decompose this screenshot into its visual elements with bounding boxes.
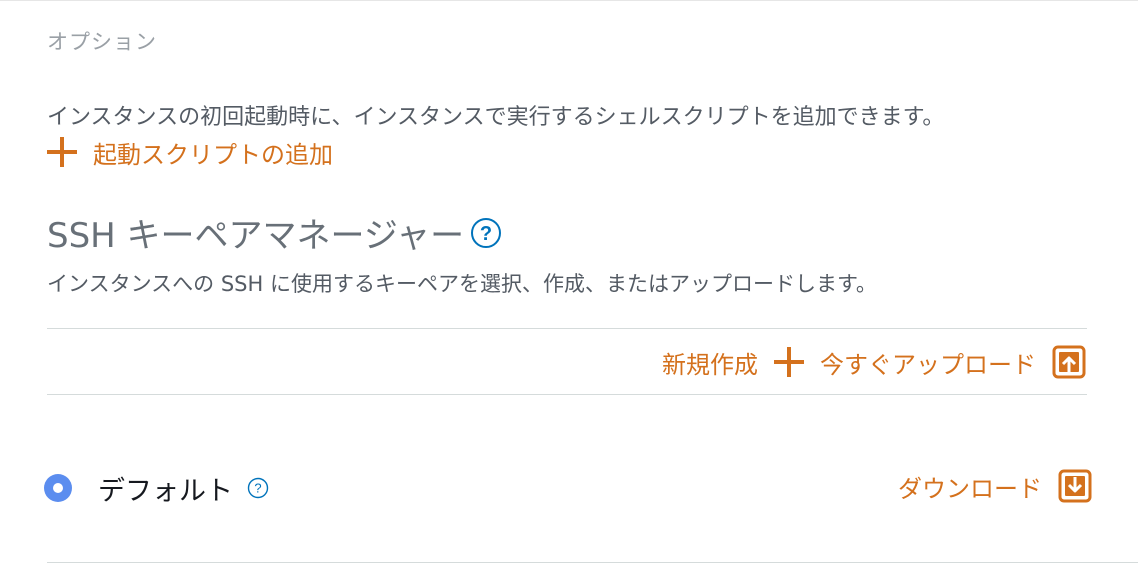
radio-selected-dot: [53, 483, 63, 493]
ssh-section-header: SSH キーペアマネージャー ?: [47, 208, 502, 257]
upload-icon: [1052, 345, 1086, 379]
key-option-default[interactable]: デフォルト ?: [44, 466, 269, 510]
divider: [47, 394, 1087, 395]
top-divider: [0, 0, 1138, 1]
divider: [47, 562, 1138, 563]
download-label: ダウンロード: [898, 474, 1042, 503]
upload-now-button[interactable]: 今すぐアップロード: [820, 345, 1086, 380]
plus-icon: [47, 137, 77, 167]
download-icon: [1058, 469, 1092, 503]
ssh-key-description: インスタンスへの SSH に使用するキーペアを選択、作成、またはアップロードしま…: [47, 272, 877, 296]
options-section-label: オプション: [47, 30, 157, 54]
key-actions-bar: 新規作成 今すぐアップロード: [662, 340, 1086, 384]
startup-script-description: インスタンスの初回起動時に、インスタンスで実行するシェルスクリプトを追加できます…: [47, 105, 945, 130]
add-startup-script-link[interactable]: 起動スクリプトの追加: [45, 134, 333, 170]
create-new-key-button[interactable]: 新規作成: [662, 345, 820, 380]
svg-text:?: ?: [254, 481, 261, 496]
add-startup-script-label: 起動スクリプトの追加: [93, 140, 333, 169]
divider: [47, 328, 1087, 329]
upload-now-label: 今すぐアップロード: [820, 350, 1036, 379]
key-name-label: デフォルト: [98, 475, 233, 507]
key-radio-button[interactable]: [44, 474, 72, 502]
help-icon[interactable]: ?: [470, 217, 502, 249]
create-new-key-label: 新規作成: [662, 350, 758, 379]
ssh-key-manager-title: SSH キーペアマネージャー: [47, 216, 465, 256]
plus-icon: [774, 347, 804, 377]
help-icon[interactable]: ?: [247, 477, 269, 499]
download-key-button[interactable]: ダウンロード: [898, 464, 1092, 508]
svg-text:?: ?: [480, 223, 492, 245]
